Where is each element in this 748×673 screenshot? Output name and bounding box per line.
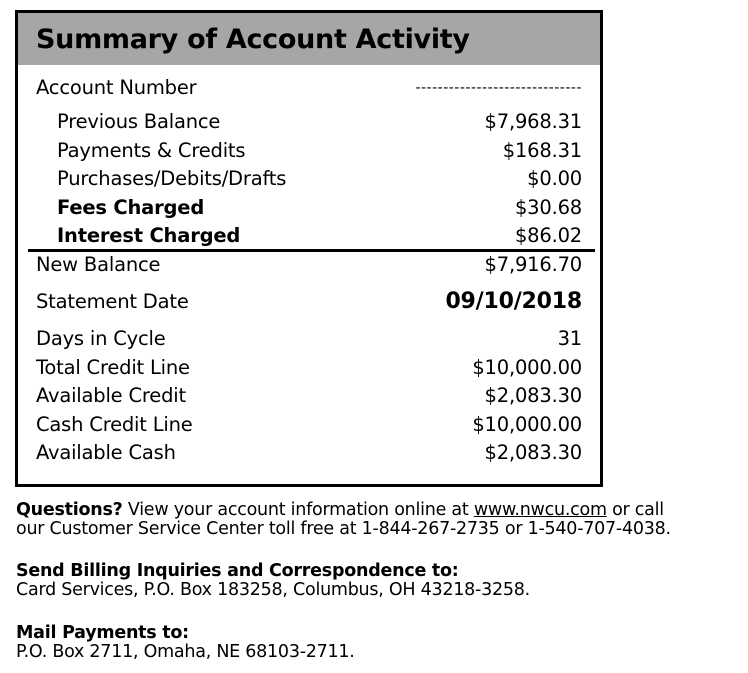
questions-line-2: our Customer Service Center toll free at… <box>16 519 671 539</box>
new-balance-label: New Balance <box>36 253 161 276</box>
days-in-cycle-value: 31 <box>557 327 583 350</box>
available-cash-label: Available Cash <box>36 441 176 464</box>
fees-charged-label: Fees Charged <box>57 196 205 219</box>
website-link[interactable]: www.nwcu.com <box>474 500 607 520</box>
payments-heading: Mail Payments to: <box>16 623 189 643</box>
activity-row: Payments & Credits $168.31 <box>18 138 600 164</box>
cash-credit-line-label: Cash Credit Line <box>36 413 193 436</box>
account-summary-box: Summary of Account Activity Account Numb… <box>15 10 603 487</box>
purchases-value: $0.00 <box>527 167 582 190</box>
billing-address: Card Services, P.O. Box 183258, Columbus… <box>16 580 530 600</box>
payments-address: P.O. Box 2711, Omaha, NE 68103-2711. <box>16 642 355 662</box>
statement-date-value: 09/10/2018 <box>445 289 582 314</box>
available-cash-value: $2,083.30 <box>484 441 583 464</box>
statement-date-row: Statement Date 09/10/2018 <box>18 289 600 315</box>
available-credit-value: $2,083.30 <box>484 384 583 407</box>
detail-row: Cash Credit Line $10,000.00 <box>18 412 600 438</box>
previous-balance-label: Previous Balance <box>57 110 221 133</box>
payments-credits-value: $168.31 <box>502 139 582 162</box>
questions-heading: Questions? <box>16 500 123 520</box>
new-balance-value: $7,916.70 <box>484 253 583 276</box>
summary-header: Summary of Account Activity <box>18 13 600 65</box>
payments-credits-label: Payments & Credits <box>57 139 246 162</box>
detail-row: Available Credit $2,083.30 <box>18 383 600 409</box>
detail-row: Days in Cycle 31 <box>18 326 600 352</box>
interest-charged-value: $86.02 <box>514 224 582 247</box>
total-credit-line-label: Total Credit Line <box>36 356 190 379</box>
fees-charged-value: $30.68 <box>514 196 582 219</box>
account-number-label: Account Number <box>36 76 197 99</box>
activity-row: Fees Charged $30.68 <box>18 195 600 221</box>
activity-row: Purchases/Debits/Drafts $0.00 <box>18 166 600 192</box>
payments-section: Mail Payments to: P.O. Box 2711, Omaha, … <box>16 624 746 662</box>
activity-row: Interest Charged $86.02 <box>18 223 600 249</box>
questions-text: View your account information online at <box>122 500 474 520</box>
statement-date-label: Statement Date <box>36 290 189 313</box>
billing-heading: Send Billing Inquiries and Correspondenc… <box>16 561 459 581</box>
detail-row: Total Credit Line $10,000.00 <box>18 355 600 381</box>
detail-row: Available Cash $2,083.30 <box>18 440 600 466</box>
billing-section: Send Billing Inquiries and Correspondenc… <box>16 562 746 600</box>
activity-row: Previous Balance $7,968.31 <box>18 109 600 135</box>
interest-charged-label: Interest Charged <box>57 224 241 247</box>
total-credit-line-value: $10,000.00 <box>472 356 582 379</box>
account-number-value: ------------------------------ <box>415 80 582 96</box>
days-in-cycle-label: Days in Cycle <box>36 327 166 350</box>
account-number-row: Account Number -------------------------… <box>18 75 600 101</box>
questions-section: Questions? View your account information… <box>16 501 746 539</box>
questions-text-after: or call <box>606 500 664 520</box>
questions-line-1: Questions? View your account information… <box>16 501 746 520</box>
purchases-label: Purchases/Debits/Drafts <box>57 167 287 190</box>
new-balance-row: New Balance $7,916.70 <box>18 252 600 278</box>
summary-title: Summary of Account Activity <box>36 23 470 55</box>
available-credit-label: Available Credit <box>36 384 186 407</box>
cash-credit-line-value: $10,000.00 <box>472 413 582 436</box>
previous-balance-value: $7,968.31 <box>484 110 583 133</box>
